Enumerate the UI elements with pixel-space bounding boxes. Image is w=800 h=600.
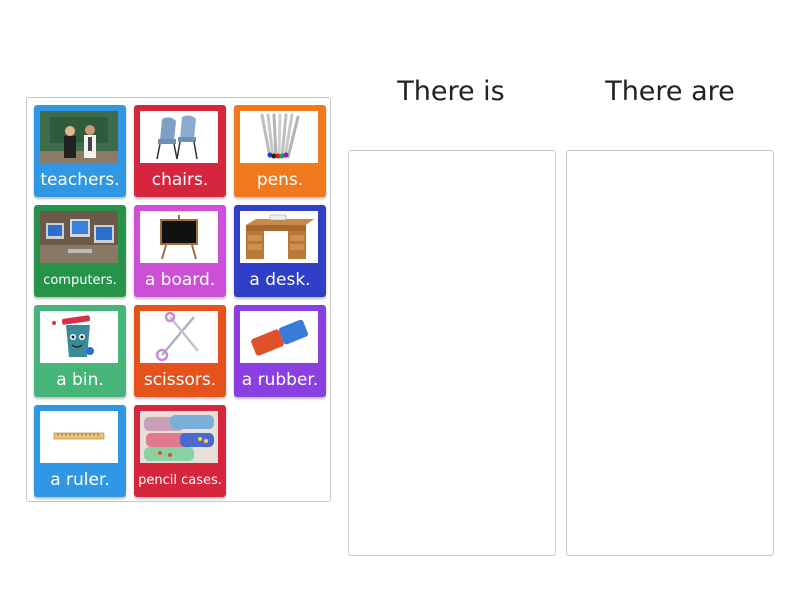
scissors-photo	[140, 311, 218, 363]
computers-photo	[40, 211, 118, 263]
bin-photo	[40, 311, 118, 363]
card-pens[interactable]: pens.	[234, 105, 326, 197]
column-title-there-is: There is	[397, 76, 505, 107]
card-computers[interactable]: computers.	[34, 205, 126, 297]
card-rubber[interactable]: a rubber.	[234, 305, 326, 397]
column-title-there-are: There are	[605, 76, 735, 107]
card-label: a board.	[144, 270, 216, 290]
rubber-photo	[240, 311, 318, 363]
card-label: pens.	[256, 170, 304, 190]
card-label: scissors.	[143, 370, 217, 390]
card-label: computers.	[43, 272, 117, 288]
card-label: teachers.	[40, 170, 120, 190]
card-board[interactable]: a board.	[134, 205, 226, 297]
card-label: a ruler.	[50, 470, 110, 490]
card-label: a bin.	[56, 370, 104, 390]
chairs-photo	[140, 111, 218, 163]
card-scissors[interactable]: scissors.	[134, 305, 226, 397]
pencil-cases-photo	[140, 411, 218, 463]
card-chairs[interactable]: chairs.	[134, 105, 226, 197]
drop-zone-there-is[interactable]	[348, 150, 556, 556]
drop-zone-there-are[interactable]	[566, 150, 774, 556]
card-pencil-cases[interactable]: pencil cases.	[134, 405, 226, 497]
desk-photo	[240, 211, 318, 263]
card-label: a rubber.	[241, 370, 319, 390]
card-label: a desk.	[249, 270, 311, 290]
board-photo	[140, 211, 218, 263]
teachers-photo	[40, 111, 118, 163]
card-pool: teachers. chairs. pens. computers. a boa…	[26, 97, 331, 502]
card-label: pencil cases.	[138, 472, 222, 488]
ruler-photo	[40, 411, 118, 463]
pens-photo	[240, 111, 318, 163]
card-teachers[interactable]: teachers.	[34, 105, 126, 197]
card-bin[interactable]: a bin.	[34, 305, 126, 397]
card-desk[interactable]: a desk.	[234, 205, 326, 297]
card-ruler[interactable]: a ruler.	[34, 405, 126, 497]
card-label: chairs.	[151, 170, 209, 190]
